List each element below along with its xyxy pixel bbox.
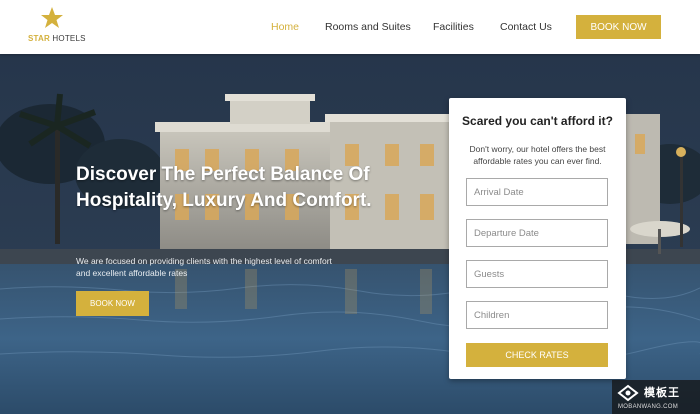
logo-text: STAR HOTELS <box>28 34 86 43</box>
watermark-text-cn: 模板王 <box>644 387 680 399</box>
logo-star-word: STAR <box>28 34 50 43</box>
nav-rooms-and-suites[interactable]: Rooms and Suites <box>325 21 411 33</box>
guests-input[interactable] <box>466 260 608 288</box>
nav-facilities[interactable]: Facilities <box>433 21 474 33</box>
logo-hotels-word: HOTELS <box>52 34 86 43</box>
watermark-text-en: MOBANWANG.COM <box>618 404 679 410</box>
rates-form-title: Scared you can't afford it? <box>462 114 613 128</box>
star-icon <box>41 7 63 28</box>
nav-contact-us[interactable]: Contact Us <box>500 21 552 33</box>
departure-date-input[interactable] <box>466 219 608 247</box>
arrival-date-input[interactable] <box>466 178 608 206</box>
logo[interactable]: STAR HOTELS <box>28 6 88 46</box>
watermark-logo-icon <box>617 384 639 402</box>
hero-title: Discover The Perfect Balance Of Hospital… <box>76 164 372 211</box>
nav-home[interactable]: Home <box>271 21 299 33</box>
hero-book-now-button[interactable]: BOOK NOW <box>76 291 149 316</box>
watermark: 模板王 MOBANWANG.COM <box>612 380 700 414</box>
header-book-now-button[interactable]: BOOK NOW <box>576 15 661 39</box>
check-rates-button[interactable]: CHECK RATES <box>466 343 608 367</box>
site-header: STAR HOTELS Home Rooms and Suites Facili… <box>0 0 700 54</box>
children-input[interactable] <box>466 301 608 329</box>
rates-form-description: Don't worry, our hotel offers the best a… <box>469 144 606 166</box>
check-rates-form: Scared you can't afford it? Don't worry,… <box>449 98 626 379</box>
hero-subtitle: We are focused on providing clients with… <box>76 256 332 278</box>
